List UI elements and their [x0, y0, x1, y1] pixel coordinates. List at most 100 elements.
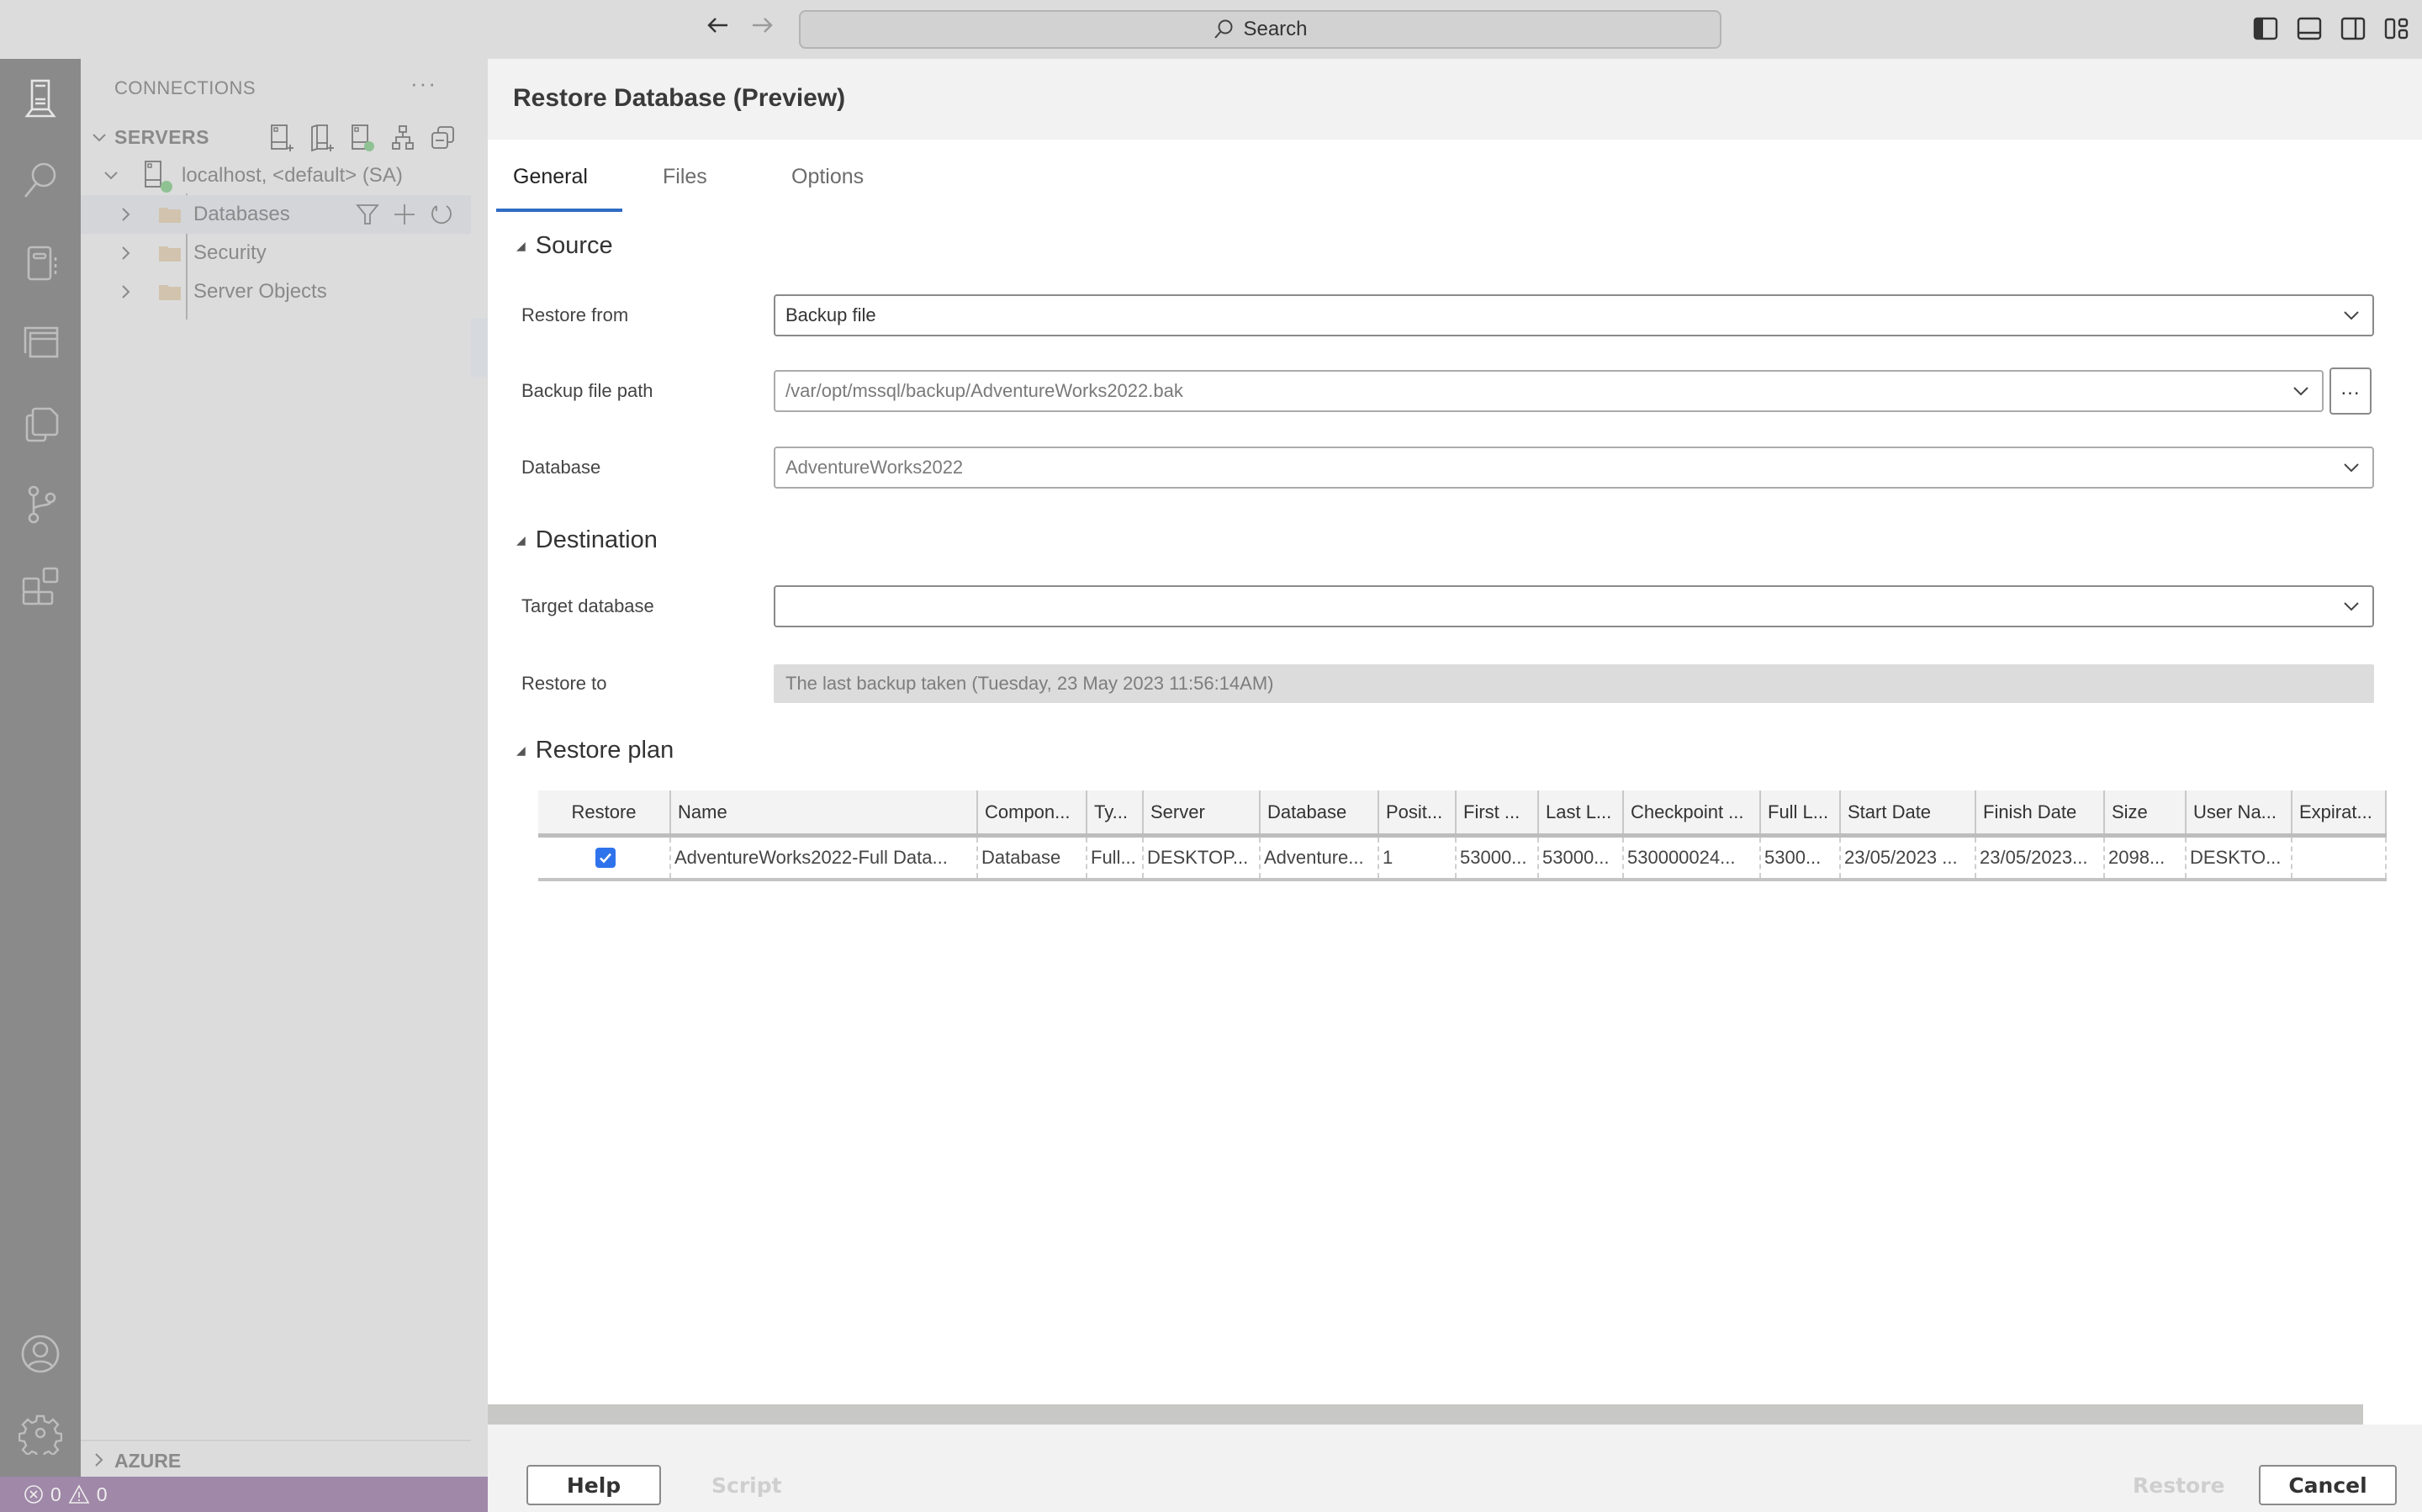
tab-general[interactable]: General: [513, 165, 588, 189]
column-header-type[interactable]: Ty...: [1087, 790, 1144, 833]
sidebar-title: CONNECTIONS: [114, 77, 256, 98]
forward-button[interactable]: [745, 12, 779, 45]
source-control-icon[interactable]: [19, 483, 62, 526]
servers-section-header[interactable]: SERVERS: [81, 119, 471, 156]
restore-plan-heading: Restore plan: [535, 737, 674, 764]
azure-section-header[interactable]: AZURE: [81, 1443, 471, 1477]
cell-component: Database: [978, 838, 1087, 878]
arrow-left-icon: [707, 18, 727, 33]
grid-header-row: Restore Name Compon... Ty... Server Database P…: [538, 790, 2387, 838]
tab-files[interactable]: Files: [663, 165, 707, 189]
tree-item-label: Server Objects: [193, 280, 327, 303]
column-header-server[interactable]: Server: [1144, 790, 1261, 833]
restore-button[interactable]: Restore: [2133, 1465, 2225, 1505]
back-button[interactable]: [701, 12, 735, 45]
search-label: Search: [1243, 18, 1308, 40]
arrow-right-icon: [753, 18, 773, 33]
column-header-checkpoint-lsn[interactable]: Checkpoint ...: [1624, 790, 1761, 833]
column-header-user-name[interactable]: User Na...: [2187, 790, 2292, 833]
column-header-first-lsn[interactable]: First ...: [1457, 790, 1539, 833]
show-active-connections-icon[interactable]: [348, 123, 377, 153]
backup-file-path-input[interactable]: /var/opt/mssql/backup/AdventureWorks2022…: [774, 370, 2324, 412]
column-header-size[interactable]: Size: [2105, 790, 2187, 833]
help-button[interactable]: Help: [526, 1465, 661, 1505]
new-connection-icon[interactable]: [267, 123, 296, 153]
accounts-icon[interactable]: [19, 1332, 62, 1376]
toggle-primary-sidebar-icon[interactable]: [2252, 15, 2279, 42]
tree-item-label: Security: [193, 241, 267, 264]
column-header-position[interactable]: Posit...: [1379, 790, 1457, 833]
cell-finish-date: 23/05/2023...: [1976, 838, 2105, 878]
restore-to-field: The last backup taken (Tuesday, 23 May 2…: [774, 664, 2374, 703]
connections-icon[interactable]: [19, 76, 62, 119]
chevron-down-icon: [93, 134, 106, 142]
error-count[interactable]: 0: [50, 1483, 61, 1506]
query-history-icon[interactable]: [19, 321, 62, 365]
folder-icon: [159, 285, 181, 300]
column-header-database[interactable]: Database: [1261, 790, 1379, 833]
status-bar: 0 0: [0, 1477, 488, 1512]
toggle-panel-icon[interactable]: [2296, 15, 2323, 42]
horizontal-scrollbar[interactable]: [488, 1404, 2363, 1425]
notebooks-icon[interactable]: [19, 241, 62, 284]
warning-count[interactable]: 0: [97, 1483, 108, 1506]
folder-icon: [159, 246, 181, 262]
source-section-header[interactable]: ◢ Source: [516, 232, 613, 260]
warning-icon[interactable]: [68, 1484, 90, 1504]
restore-from-value: Backup file: [785, 304, 876, 325]
column-header-finish-date[interactable]: Finish Date: [1976, 790, 2105, 833]
chevron-down-icon: [2344, 311, 2359, 320]
chevron-right-icon: [95, 1453, 103, 1467]
filter-icon[interactable]: [355, 202, 380, 227]
toggle-secondary-sidebar-icon[interactable]: [2340, 15, 2366, 42]
collapse-all-icon[interactable]: [429, 123, 457, 153]
restore-database-dialog: Restore Database (Preview) General Files…: [488, 59, 2422, 1512]
plus-icon[interactable]: [392, 202, 417, 227]
explorer-icon[interactable]: [19, 402, 62, 446]
group-by-icon[interactable]: [389, 123, 417, 153]
tree-item-databases[interactable]: Databases: [81, 195, 471, 234]
new-server-group-icon[interactable]: [308, 123, 336, 153]
table-row[interactable]: AdventureWorks2022-Full Data... Database F…: [538, 838, 2387, 881]
gear-icon[interactable]: [19, 1411, 62, 1455]
more-actions-button[interactable]: ···: [410, 71, 437, 97]
restore-checkbox[interactable]: [595, 848, 616, 868]
error-icon[interactable]: [24, 1484, 44, 1504]
script-button[interactable]: Script: [711, 1465, 782, 1505]
target-database-label: Target database: [521, 595, 654, 616]
chevron-right-icon: [122, 285, 130, 299]
column-header-full-lsn[interactable]: Full L...: [1761, 790, 1841, 833]
servers-section-label: SERVERS: [114, 126, 210, 148]
cancel-button[interactable]: Cancel: [2259, 1465, 2397, 1505]
browse-file-button[interactable]: ...: [2329, 367, 2372, 415]
backup-file-path-label: Backup file path: [521, 380, 653, 401]
target-database-select[interactable]: [774, 585, 2374, 627]
column-header-name[interactable]: Name: [671, 790, 978, 833]
cell-server: DESKTOP...: [1144, 838, 1261, 878]
search-icon[interactable]: [19, 158, 62, 202]
sidebar-sash[interactable]: [471, 59, 488, 1477]
tree-item-server[interactable]: localhost, <default> (SA): [81, 156, 471, 195]
column-header-restore[interactable]: Restore: [538, 790, 671, 833]
cell-checkpoint-lsn: 530000024...: [1624, 838, 1761, 878]
extensions-icon[interactable]: [19, 563, 62, 607]
tab-options[interactable]: Options: [791, 165, 864, 189]
restore-plan-section-header[interactable]: ◢ Restore plan: [516, 737, 674, 764]
refresh-icon[interactable]: [429, 202, 454, 227]
collapse-triangle-icon: ◢: [516, 239, 526, 252]
database-select[interactable]: AdventureWorks2022: [774, 447, 2374, 489]
tree-item-server-objects[interactable]: Server Objects: [81, 272, 471, 311]
destination-section-header[interactable]: ◢ Destination: [516, 526, 658, 554]
column-header-expiration[interactable]: Expirat...: [2292, 790, 2387, 833]
command-center-search[interactable]: Search: [799, 10, 1721, 49]
cell-restore[interactable]: [538, 838, 671, 878]
column-header-component[interactable]: Compon...: [978, 790, 1087, 833]
column-header-last-lsn[interactable]: Last L...: [1539, 790, 1624, 833]
cell-start-date: 23/05/2023 ...: [1841, 838, 1976, 878]
dialog-footer: Help Script Restore Cancel: [488, 1425, 2422, 1512]
restore-from-select[interactable]: Backup file: [774, 294, 2374, 336]
customize-layout-icon[interactable]: [2383, 15, 2410, 42]
tree-item-security[interactable]: Security: [81, 234, 471, 272]
azure-section-label: AZURE: [114, 1450, 182, 1472]
column-header-start-date[interactable]: Start Date: [1841, 790, 1976, 833]
